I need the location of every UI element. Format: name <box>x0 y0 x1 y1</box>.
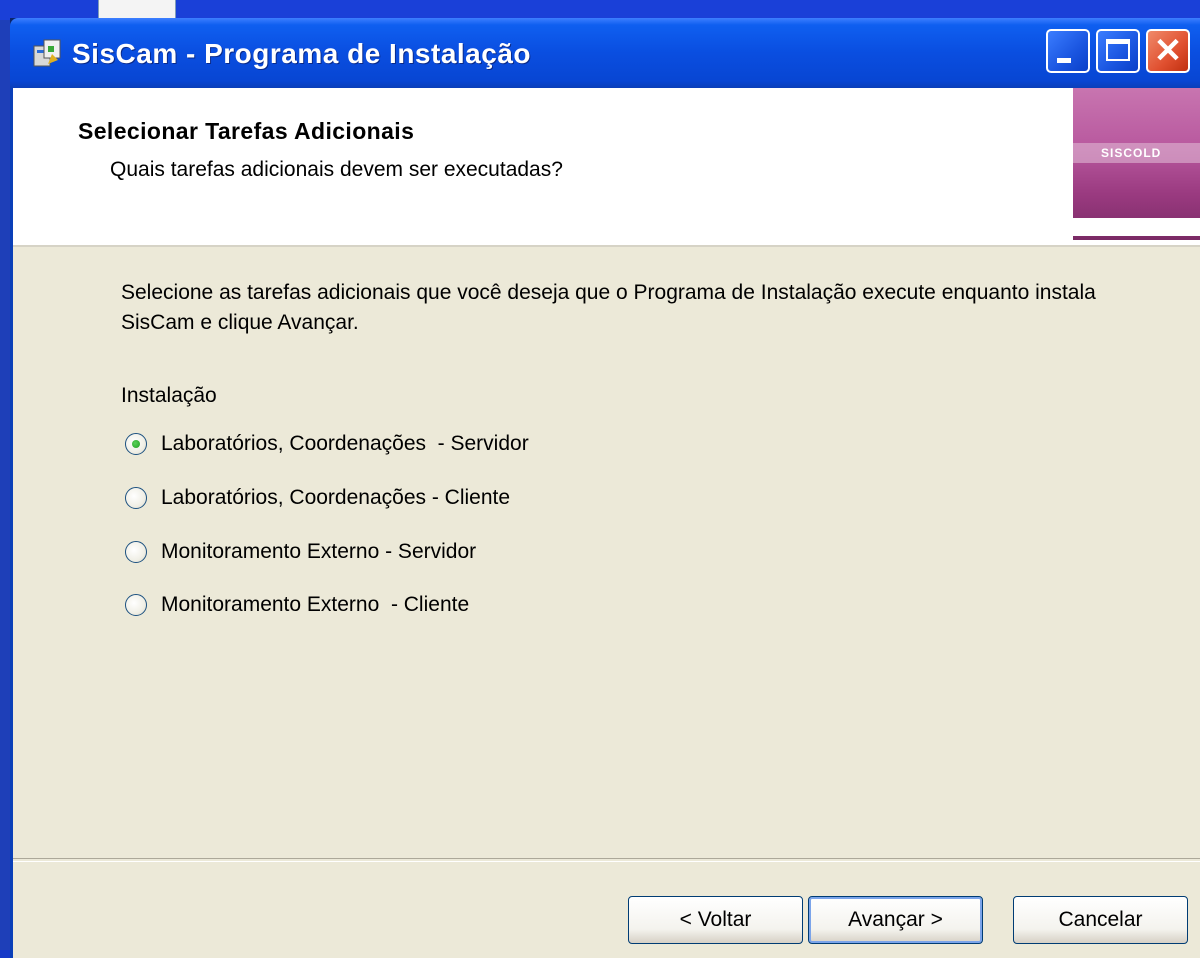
logo-text: SISCOLD <box>1101 146 1162 160</box>
page-subtitle: Quais tarefas adicionais devem ser execu… <box>110 158 563 181</box>
minimize-icon <box>1057 58 1071 63</box>
installer-window: SisCam - Programa de Instalação ✕ Seleci… <box>10 18 1200 958</box>
window-title: SisCam - Programa de Instalação <box>72 38 532 69</box>
wizard-logo-image: SISCOLD <box>1073 88 1200 240</box>
radio-button[interactable] <box>125 594 147 616</box>
footer-divider <box>13 858 1200 862</box>
option-label: Laboratórios, Coordenações - Servidor <box>161 432 529 455</box>
page-title: Selecionar Tarefas Adicionais <box>78 118 415 144</box>
back-button[interactable]: < Voltar <box>628 896 803 944</box>
close-icon: ✕ <box>1153 32 1183 70</box>
maximize-button[interactable] <box>1096 29 1140 73</box>
next-button[interactable]: Avançar > <box>808 896 983 944</box>
option-monitoring-client[interactable]: Monitoramento Externo - Cliente <box>125 587 469 623</box>
cancel-button[interactable]: Cancelar <box>1013 896 1188 944</box>
radio-button[interactable] <box>125 487 147 509</box>
wizard-header: Selecionar Tarefas Adicionais Quais tare… <box>13 88 1200 247</box>
group-label: Instalação <box>121 384 217 407</box>
background-strip <box>0 0 1200 20</box>
option-monitoring-server[interactable]: Monitoramento Externo - Servidor <box>125 534 476 570</box>
background-tab <box>98 0 176 19</box>
installer-app-icon <box>32 36 64 68</box>
option-label: Laboratórios, Coordenações - Cliente <box>161 486 511 509</box>
radio-button[interactable] <box>125 433 147 455</box>
maximize-icon <box>1106 39 1130 61</box>
radio-button[interactable] <box>125 541 147 563</box>
option-label: Monitoramento Externo - Servidor <box>161 540 477 563</box>
minimize-button[interactable] <box>1046 29 1090 73</box>
intro-text: Selecione as tarefas adicionais que você… <box>121 281 1096 334</box>
title-bar[interactable]: SisCam - Programa de Instalação ✕ <box>10 18 1200 88</box>
option-label: Monitoramento Externo - Cliente <box>161 593 470 616</box>
option-labs-client[interactable]: Laboratórios, Coordenações - Cliente <box>125 480 510 516</box>
close-button[interactable]: ✕ <box>1146 29 1190 73</box>
dialog-client-area: Selecionar Tarefas Adicionais Quais tare… <box>10 88 1200 958</box>
option-labs-server[interactable]: Laboratórios, Coordenações - Servidor <box>125 426 529 462</box>
logo-footer-strip <box>1073 218 1200 236</box>
